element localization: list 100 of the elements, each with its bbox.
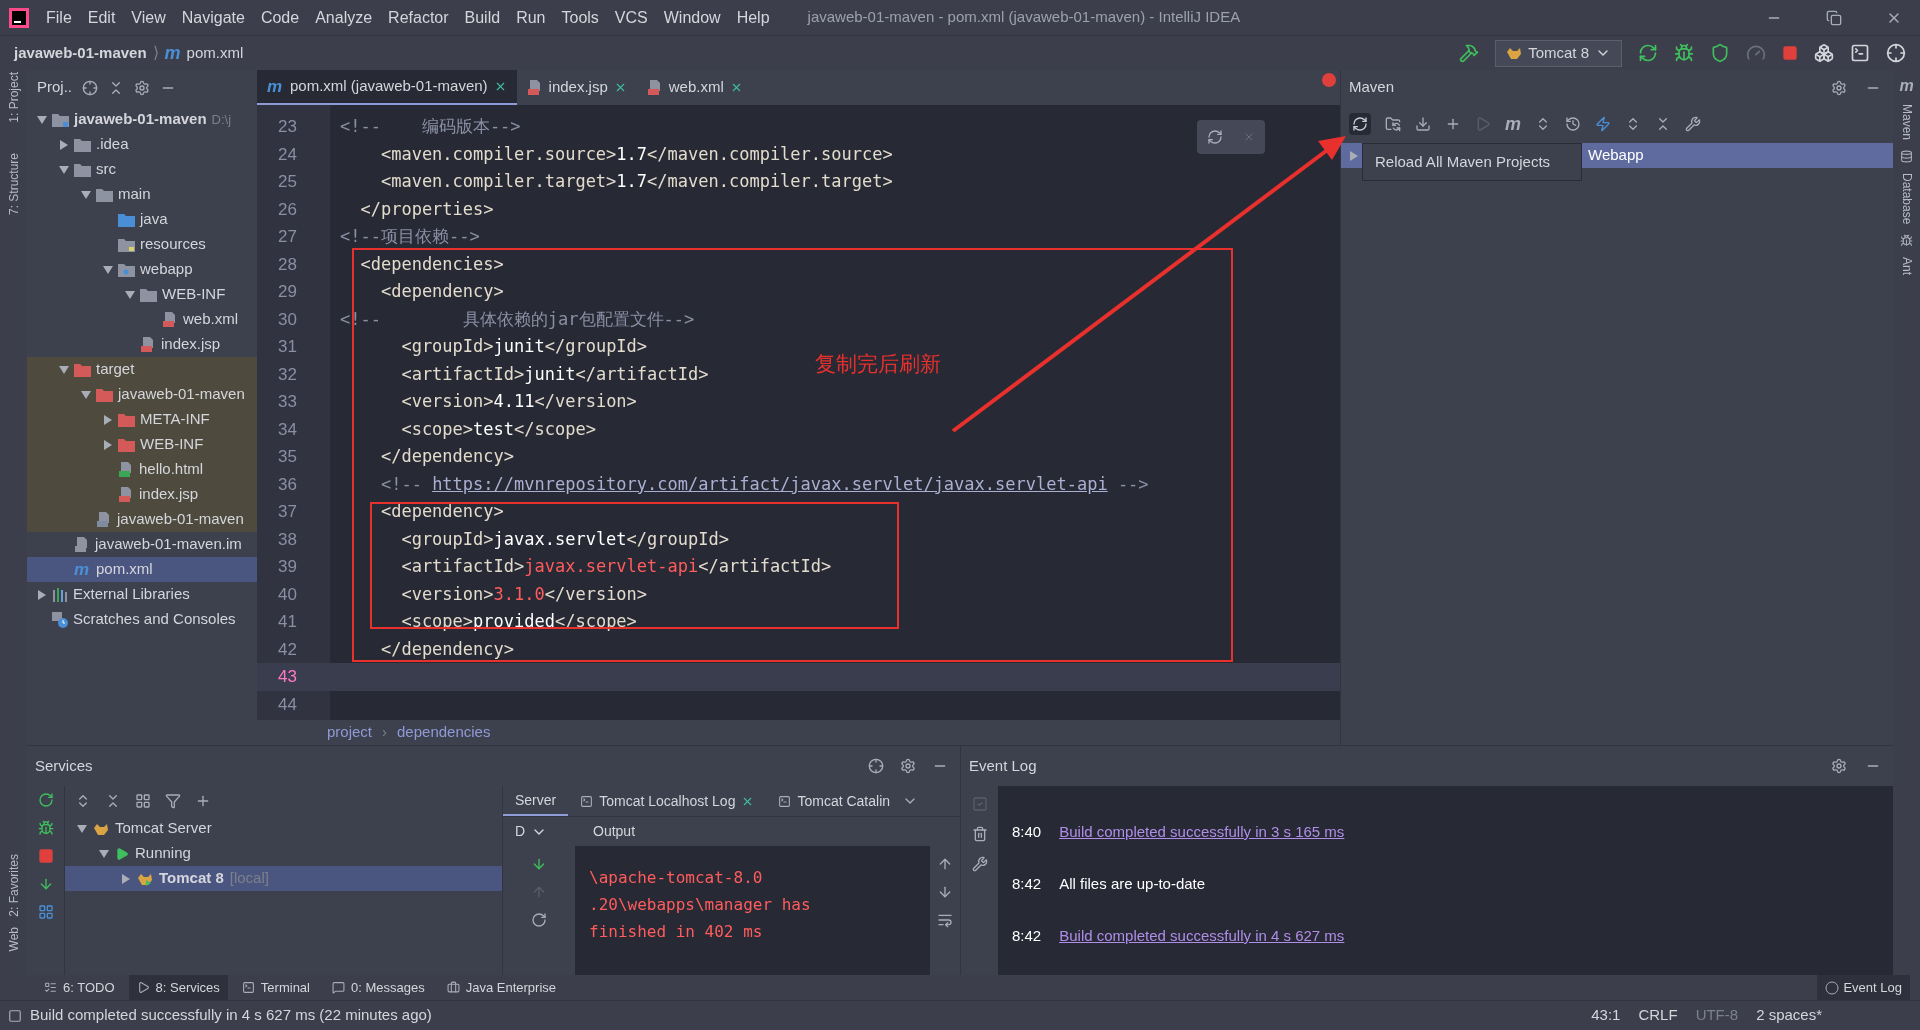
plus-icon[interactable] (1445, 116, 1461, 132)
maven-goal-icon[interactable]: m (1505, 115, 1521, 133)
tree-item[interactable]: Scratches and Consoles (27, 607, 257, 632)
tool-window-tab[interactable]: Ant (1889, 257, 1920, 276)
log-link[interactable]: Build completed successfully in 3 s 165 ms (1059, 820, 1345, 844)
settings-icon[interactable] (1831, 758, 1847, 774)
tree-item[interactable]: javaweb-01-maven.im (27, 532, 257, 557)
menu-item[interactable]: Tools (553, 5, 607, 30)
status-item[interactable]: 43:1 (1591, 1004, 1621, 1027)
triangle-right-icon[interactable] (103, 439, 113, 450)
editor-tab[interactable]: index.jsp (516, 70, 637, 105)
triangle-down-icon[interactable] (77, 823, 87, 834)
restore-icon[interactable] (1826, 9, 1842, 26)
scroll-up-icon[interactable] (937, 856, 953, 872)
menu-item[interactable]: View (123, 5, 174, 30)
rerun-icon[interactable] (1638, 43, 1658, 63)
breadcrumb-file[interactable]: pom.xml (186, 41, 244, 65)
add-service-icon[interactable] (195, 793, 211, 809)
tool-window-button[interactable]: 8: Services (128, 975, 228, 1000)
panel-title-dropdown[interactable]: Proj.. (37, 76, 72, 99)
debug-icon[interactable] (1674, 43, 1694, 63)
tool-window-button[interactable]: 6: TODO (36, 975, 123, 1000)
breadcrumb-item[interactable]: dependencies (397, 721, 491, 744)
tree-item[interactable]: m pom.xml (27, 557, 257, 582)
menu-item[interactable]: VCS (606, 5, 656, 30)
hammer-icon[interactable] (1459, 43, 1480, 63)
tree-item[interactable]: External Libraries (27, 582, 257, 607)
log-tab[interactable]: Server (503, 786, 569, 816)
tree-item[interactable]: javaweb-01-maven (27, 382, 257, 407)
tool-window-tab[interactable]: 2: Favorites (0, 853, 31, 917)
download-icon[interactable] (1415, 116, 1431, 132)
tool-window-tab[interactable]: Web (0, 926, 31, 951)
wrench-icon[interactable] (1685, 116, 1701, 132)
wrap-icon[interactable] (937, 912, 953, 928)
wrench-icon[interactable] (971, 856, 988, 872)
grid-icon[interactable] (37, 904, 54, 920)
triangle-down-icon[interactable] (103, 264, 113, 275)
rerun-icon[interactable] (37, 792, 54, 808)
dropdown[interactable]: D (503, 821, 575, 842)
menu-item[interactable]: File (38, 5, 80, 30)
breadcrumb-item[interactable]: project (327, 721, 373, 744)
menu-item[interactable]: Help (728, 5, 778, 30)
tree-item[interactable]: META-INF (27, 407, 257, 432)
deploy-icon[interactable] (531, 856, 547, 872)
tree-item[interactable]: WEB-INF (27, 432, 257, 457)
tree-item[interactable]: index.jsp (27, 482, 257, 507)
log-tab[interactable]: Tomcat Catalin (766, 786, 903, 816)
tool-window-button[interactable]: Terminal (233, 975, 318, 1000)
tree-item[interactable]: target (27, 357, 257, 382)
folder-refresh-icon[interactable] (1385, 116, 1401, 132)
menu-item[interactable]: Window (655, 5, 729, 30)
stop-icon[interactable] (1782, 45, 1798, 61)
log-tab[interactable]: Tomcat Localhost Log (568, 786, 767, 816)
editor-tab[interactable]: m pom.xml (javaweb-01-maven) (257, 70, 517, 105)
lightning-icon[interactable] (1595, 116, 1611, 132)
reload-button[interactable] (1349, 113, 1371, 135)
project-structure-icon[interactable] (1814, 43, 1834, 63)
service-tree-item[interactable]: Running (65, 841, 502, 866)
status-icon[interactable] (8, 1008, 22, 1023)
maven-reload-icon[interactable] (1207, 129, 1223, 145)
debug-icon[interactable] (37, 820, 54, 836)
tool-window-button[interactable]: 0: Messages (324, 975, 433, 1000)
settings-icon[interactable] (900, 758, 916, 774)
triangle-down-icon[interactable] (125, 289, 135, 300)
triangle-down-icon[interactable] (59, 164, 69, 175)
triangle-down-icon[interactable] (81, 189, 91, 200)
menu-item[interactable]: Run (508, 5, 554, 30)
tree-item[interactable]: web.xml (27, 307, 257, 332)
log-link[interactable]: Build completed successfully in 4 s 627 ms (1059, 924, 1345, 948)
triangle-right-icon[interactable] (103, 414, 113, 425)
settings-icon[interactable] (134, 79, 150, 96)
triangle-right-icon[interactable] (121, 873, 131, 884)
history-icon[interactable] (1565, 116, 1581, 132)
locate-icon[interactable] (82, 79, 98, 96)
menu-item[interactable]: Analyze (307, 5, 381, 30)
triangle-down-icon[interactable] (81, 389, 91, 400)
triangle-right-icon[interactable] (37, 589, 47, 600)
status-item[interactable]: CRLF (1638, 1004, 1678, 1027)
locate-icon[interactable] (868, 758, 884, 774)
menu-item[interactable]: Build (456, 5, 509, 30)
tool-window-tab[interactable]: Maven (1889, 104, 1920, 141)
triangle-down-icon[interactable] (59, 364, 69, 375)
trash-icon[interactable] (971, 826, 988, 842)
triangle-right-icon[interactable] (59, 139, 69, 150)
window-icon[interactable] (1850, 43, 1870, 63)
scroll-down-icon[interactable] (937, 884, 953, 900)
breadcrumb-project[interactable]: javaweb-01-maven (14, 41, 147, 65)
triangle-down-icon[interactable] (99, 848, 109, 859)
tree-item[interactable]: index.jsp (27, 332, 257, 357)
settings-icon[interactable] (1831, 79, 1847, 96)
menu-item[interactable]: Code (252, 5, 308, 30)
menu-item[interactable]: Navigate (173, 5, 253, 30)
run-config-dropdown[interactable]: Tomcat 8 (1495, 39, 1622, 67)
tree-item[interactable]: hello.html (27, 457, 257, 482)
tool-window-button[interactable]: Event Log (1817, 975, 1910, 1000)
stop-icon[interactable] (37, 848, 54, 864)
tree-item[interactable]: webapp (27, 257, 257, 282)
service-tree-item[interactable]: Tomcat Server (65, 816, 502, 841)
editor-tab[interactable]: web.xml (636, 70, 753, 105)
coverage-icon[interactable] (1710, 43, 1730, 63)
